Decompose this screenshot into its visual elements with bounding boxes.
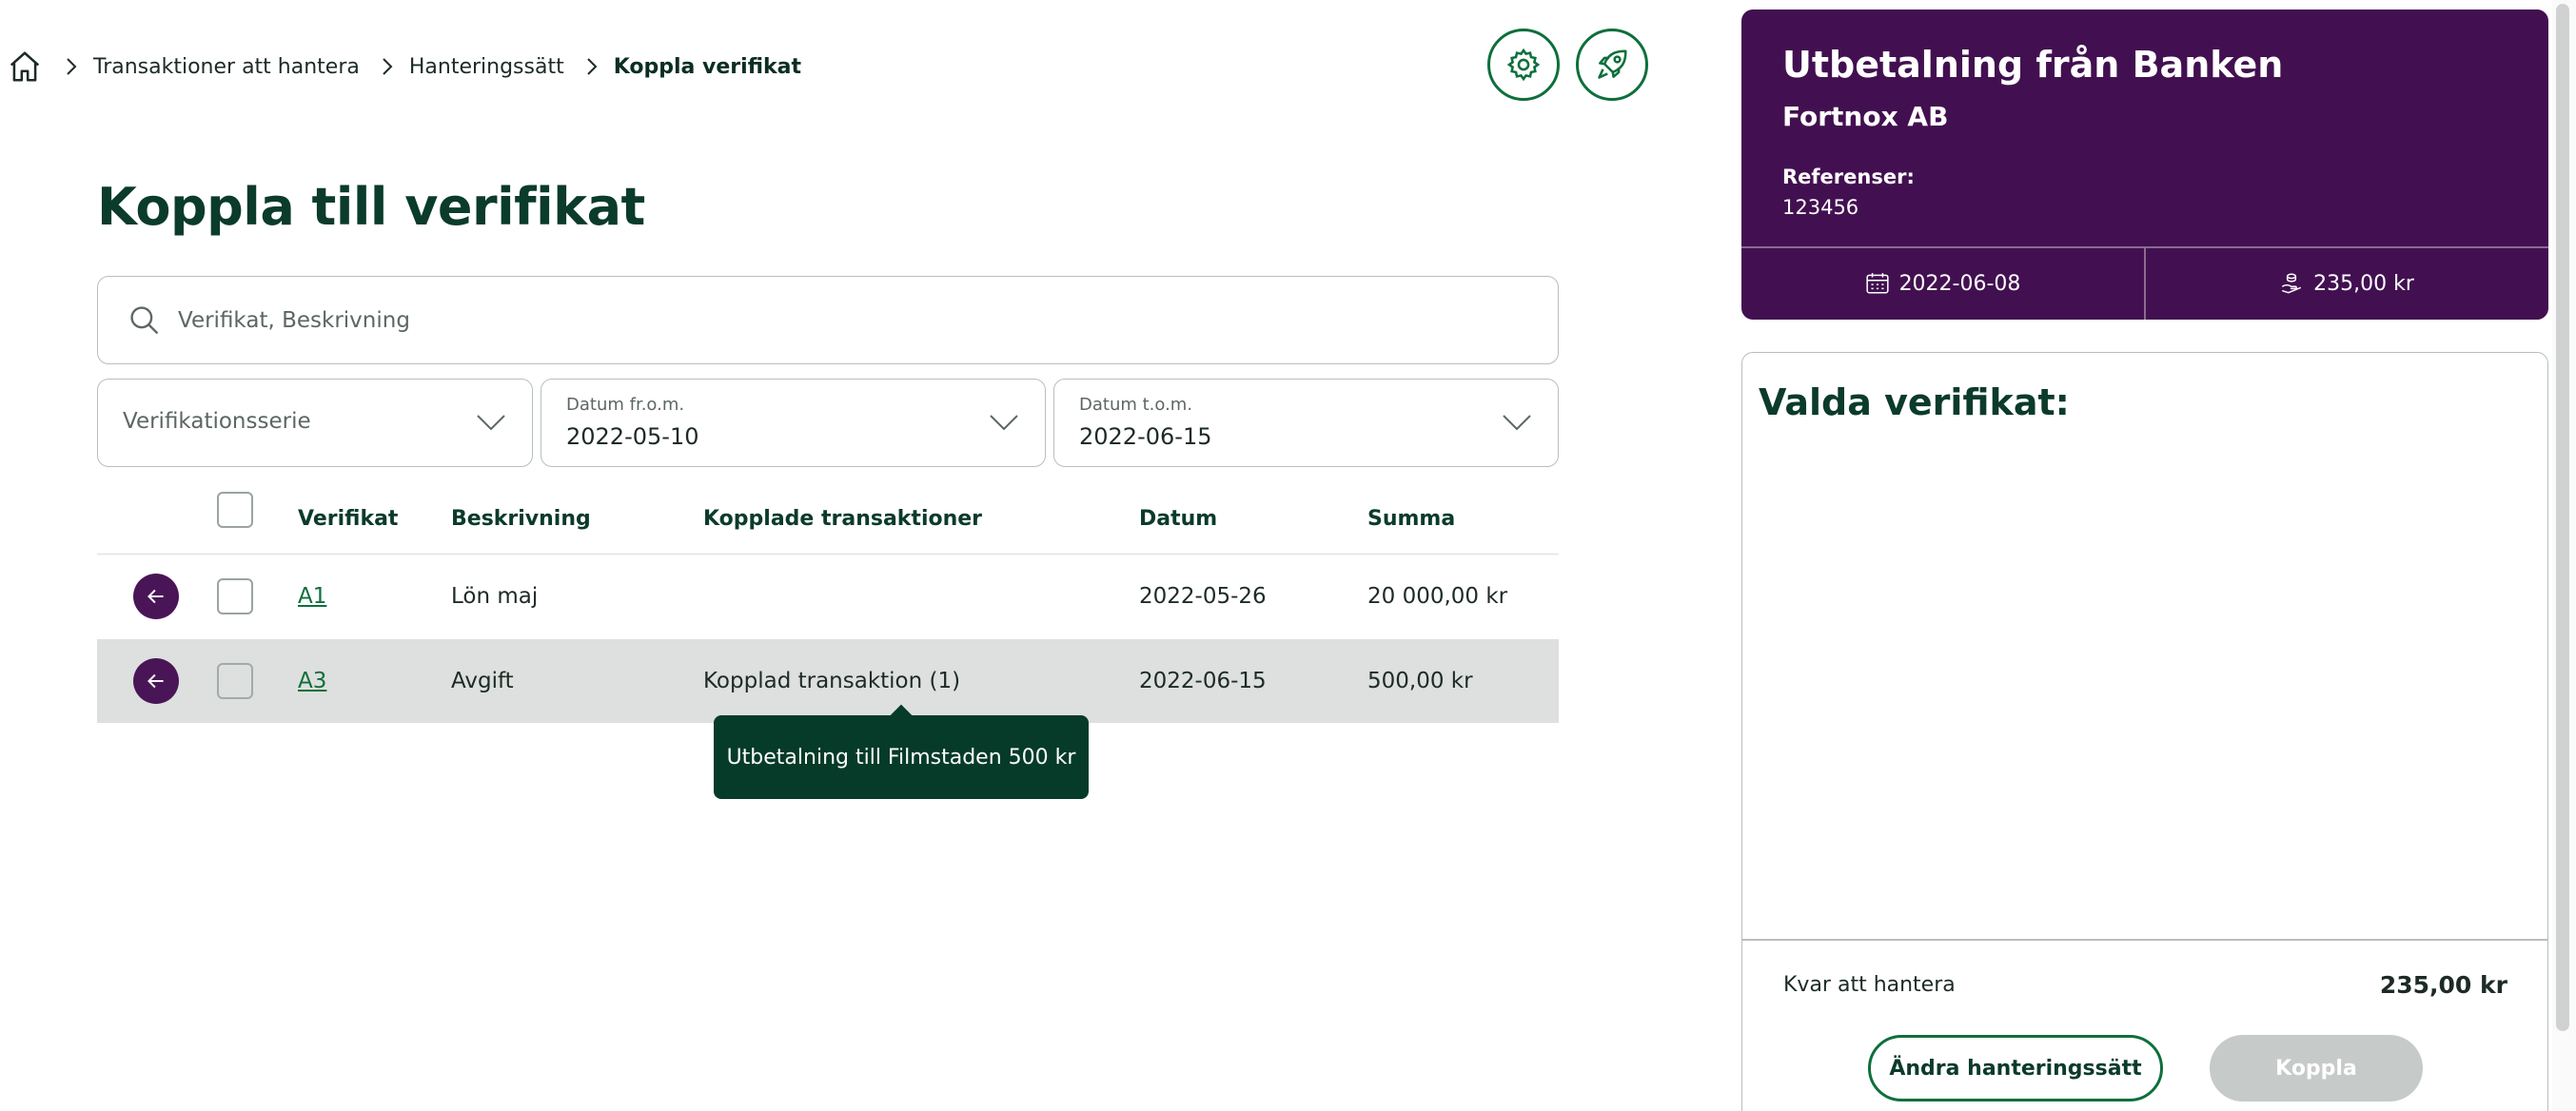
row-checkbox[interactable]: [217, 578, 253, 614]
row-date: 2022-05-26: [1139, 584, 1267, 609]
row-date: 2022-06-15: [1139, 669, 1267, 693]
date-from-select[interactable]: Datum fr.o.m. 2022-05-10: [541, 379, 1046, 467]
verifikat-link[interactable]: A3: [298, 639, 326, 723]
transaction-amount: 235,00 kr: [2145, 247, 2548, 320]
column-header-verifikat[interactable]: Verifikat: [298, 498, 398, 540]
row-description: Lön maj: [451, 584, 539, 609]
search-field[interactable]: [97, 276, 1559, 364]
table-header: Verifikat Beskrivning Kopplade transakti…: [97, 485, 1559, 555]
calendar-icon: [1865, 273, 1889, 294]
page-title: Koppla till verifikat: [97, 177, 645, 237]
table-row: A1 Lön maj 2022-05-26 20 000,00 kr: [97, 555, 1559, 638]
scrollbar-thumb[interactable]: [2556, 4, 2569, 1031]
column-header-datum[interactable]: Datum: [1139, 498, 1217, 540]
column-header-summa[interactable]: Summa: [1367, 498, 1455, 540]
series-select-placeholder: Verifikationsserie: [123, 409, 311, 434]
chevron-right-icon: [585, 48, 600, 86]
settings-button[interactable]: [1487, 29, 1560, 101]
rocket-icon: [1598, 49, 1627, 79]
verifikat-link[interactable]: A1: [298, 555, 326, 638]
transaction-amount-value: 235,00 kr: [2313, 271, 2414, 296]
row-amount: 500,00 kr: [1367, 669, 1473, 693]
row-amount: 20 000,00 kr: [1367, 584, 1508, 609]
date-to-select[interactable]: Datum t.o.m. 2022-06-15: [1053, 379, 1559, 467]
row-linked-transactions[interactable]: Kopplad transaktion (1): [703, 639, 960, 723]
search-icon: [127, 302, 163, 339]
column-header-kopplade[interactable]: Kopplade transaktioner: [703, 498, 982, 540]
date-to-value: 2022-06-15: [1079, 423, 1212, 450]
breadcrumb-handling[interactable]: Hanteringssätt: [409, 55, 564, 79]
date-to-label: Datum t.o.m.: [1079, 395, 1193, 415]
linked-transaction-tooltip: Utbetalning till Filmstaden 500 kr: [714, 715, 1089, 799]
row-checkbox[interactable]: [217, 663, 253, 699]
coins-hand-icon: [2281, 273, 2302, 294]
chevron-down-icon: [1503, 415, 1531, 431]
table-row: A3 Avgift Kopplad transaktion (1) 2022-0…: [97, 639, 1559, 723]
chevron-down-icon: [477, 415, 505, 431]
transaction-date: 2022-06-08: [1741, 247, 2144, 320]
chevron-right-icon: [381, 48, 396, 86]
home-icon[interactable]: [6, 48, 44, 86]
connect-button[interactable]: Koppla: [2210, 1035, 2423, 1101]
chevron-right-icon: [65, 48, 80, 86]
transaction-date-value: 2022-06-08: [1898, 271, 2021, 296]
change-handling-button[interactable]: Ändra hanteringssätt: [1868, 1035, 2163, 1101]
breadcrumb-transactions[interactable]: Transaktioner att hantera: [93, 55, 360, 79]
arrow-left-button[interactable]: [133, 574, 179, 619]
launch-button[interactable]: [1576, 29, 1648, 101]
chevron-down-icon: [990, 415, 1018, 431]
references-value: 123456: [1782, 196, 1859, 219]
series-select[interactable]: Verifikationsserie: [97, 379, 533, 467]
breadcrumb-current: Koppla verifikat: [613, 54, 801, 79]
date-from-label: Datum fr.o.m.: [566, 395, 685, 415]
arrow-left-icon: [147, 589, 164, 604]
column-header-beskrivning[interactable]: Beskrivning: [451, 498, 591, 540]
selected-vouchers-title: Valda verifikat:: [1759, 381, 2070, 423]
breadcrumb: Transaktioner att hantera Hanteringssätt…: [0, 48, 801, 86]
transaction-title: Utbetalning från Banken: [1782, 44, 2284, 86]
divider: [1742, 939, 2547, 941]
remaining-value: 235,00 kr: [2379, 971, 2507, 999]
selected-vouchers-panel: Valda verifikat: Kvar att hantera 235,00…: [1741, 352, 2548, 1111]
date-from-value: 2022-05-10: [566, 423, 699, 450]
transaction-summary: Utbetalning från Banken Fortnox AB Refer…: [1741, 10, 2548, 320]
row-description: Avgift: [451, 669, 514, 693]
remaining-label: Kvar att hantera: [1783, 973, 1956, 997]
select-all-checkbox[interactable]: [217, 492, 253, 528]
references-label: Referenser:: [1782, 166, 1915, 188]
arrow-left-icon: [147, 673, 164, 689]
gear-icon: [1506, 48, 1541, 82]
search-input[interactable]: [176, 306, 1417, 334]
transaction-company: Fortnox AB: [1782, 101, 1949, 132]
arrow-left-button[interactable]: [133, 658, 179, 704]
